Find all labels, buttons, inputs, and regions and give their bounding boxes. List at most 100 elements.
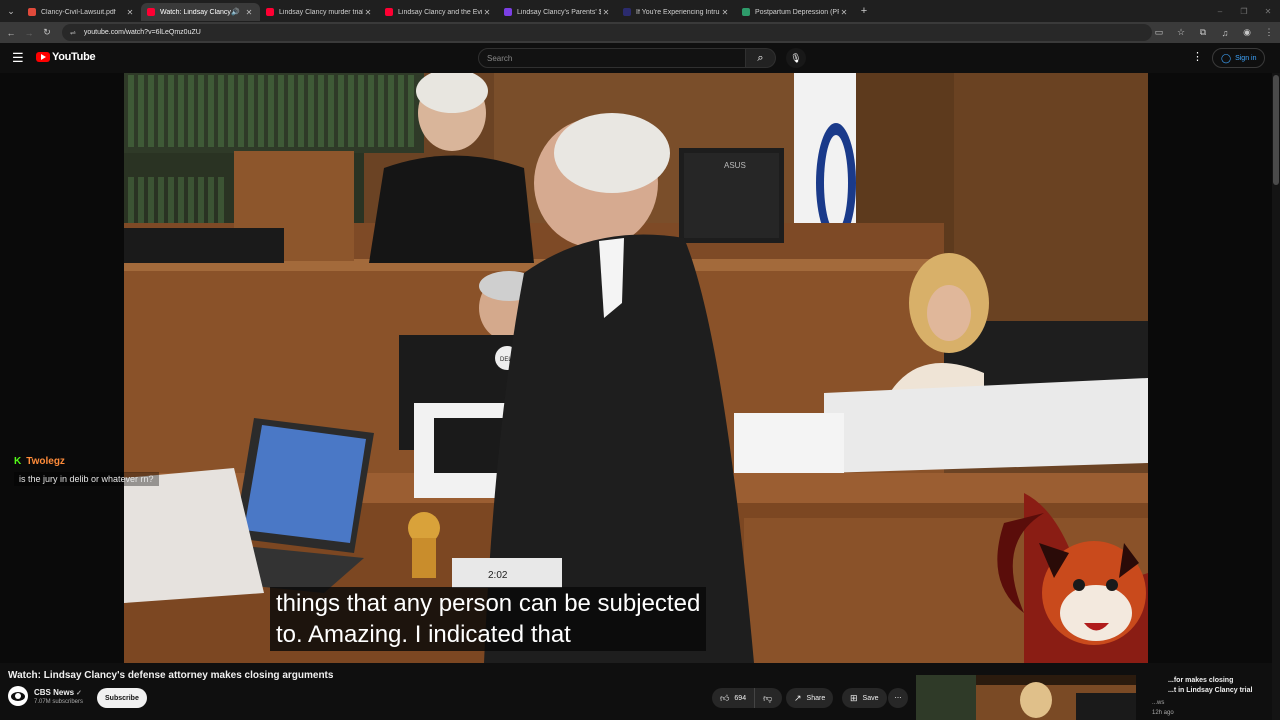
youtube-logo[interactable]: YouTube: [36, 51, 96, 63]
save-label: Save: [862, 694, 879, 702]
tab-favicon-icon: [742, 8, 750, 16]
settings-menu-icon[interactable]: ⋮: [1192, 50, 1203, 63]
youtube-header: ☰ YouTube ⌕ 🎙 ⋮ ◯ Sign in: [0, 43, 1280, 73]
cbs-eye-icon: [11, 691, 25, 701]
cast-icon[interactable]: ▭: [1148, 27, 1170, 38]
share-button[interactable]: ↗ Share: [786, 688, 834, 708]
address-bar[interactable]: ⇌ youtube.com/watch?v=6lLeQmz0uZU: [62, 24, 1152, 41]
browser-tab[interactable]: Clancy-Civil-Lawsuit.pdf ✕: [22, 3, 141, 21]
up-next-meta: ...ws 12h ago: [1152, 698, 1174, 718]
browser-tab[interactable]: If You're Experiencing Intrusive✕: [617, 3, 736, 21]
browser-tab[interactable]: Watch: Lindsay Clancy's def🔊 ✕: [141, 3, 260, 21]
browser-menu-icon[interactable]: ⋮: [1258, 27, 1280, 38]
tab-favicon-icon: [504, 8, 512, 16]
share-icon: ↗: [794, 692, 802, 703]
new-tab-button[interactable]: +: [855, 5, 873, 17]
restore-icon[interactable]: ❐: [1232, 7, 1256, 16]
media-icon[interactable]: ♫: [1214, 28, 1236, 38]
youtube-play-icon: [36, 52, 50, 62]
dislike-button[interactable]: 👎︎: [755, 688, 780, 708]
closed-captions: things that any person can be subjected …: [270, 587, 707, 651]
up-next-channel: ...ws: [1152, 700, 1165, 706]
channel-avatar[interactable]: [8, 686, 28, 706]
search-bar: ⌕: [478, 48, 776, 68]
thumbs-down-icon: 👎︎: [763, 692, 773, 703]
tab-close-icon[interactable]: ✕: [125, 8, 135, 17]
profile-icon[interactable]: ◉: [1236, 27, 1258, 38]
up-next-thumbnail[interactable]: [916, 675, 1136, 720]
share-label: Share: [806, 694, 826, 702]
channel-name[interactable]: CBS News: [34, 688, 74, 697]
tab-search-icon[interactable]: ⌄: [0, 0, 22, 22]
tab-close-icon[interactable]: ✕: [601, 8, 611, 17]
scrollbar-thumb[interactable]: [1273, 75, 1279, 185]
site-info-icon[interactable]: ⇌: [70, 29, 76, 37]
chat-message: is the jury in delib or whatever rn?: [14, 472, 159, 486]
search-button[interactable]: ⌕: [746, 48, 776, 68]
minimize-icon[interactable]: –: [1208, 7, 1232, 16]
tab-favicon-icon: [147, 8, 155, 16]
sign-in-button[interactable]: ◯ Sign in: [1212, 48, 1266, 68]
hamburger-menu-icon[interactable]: ☰: [12, 51, 24, 64]
caption-line: things that any person can be subjected: [276, 590, 701, 617]
tab-close-icon[interactable]: ✕: [839, 8, 849, 17]
tab-title: Lindsay Clancy and the Eviden: [398, 8, 482, 16]
reload-icon[interactable]: ↻: [38, 27, 56, 38]
page-scrollbar[interactable]: [1272, 73, 1280, 720]
browser-tab[interactable]: Lindsay Clancy murder trial: Pr✕: [260, 3, 379, 21]
video-title: Watch: Lindsay Clancy's defense attorney…: [8, 670, 334, 681]
browser-tab[interactable]: Lindsay Clancy's Parents' $1 Mi✕: [498, 3, 617, 21]
tab-close-icon[interactable]: ✕: [244, 8, 254, 17]
channel-name-row: CBS News ✓: [34, 688, 83, 697]
tab-favicon-icon: [623, 8, 631, 16]
more-actions-button[interactable]: ⋯: [888, 688, 908, 708]
extensions-icon[interactable]: ⧉: [1192, 27, 1214, 38]
tab-title: Postpartum Depression (PPD):: [755, 8, 839, 16]
tab-audio-icon[interactable]: 🔊: [231, 8, 240, 16]
account-icon: ◯: [1221, 52, 1232, 63]
like-count: 694: [734, 694, 747, 702]
window-controls: – ❐ ✕: [1208, 0, 1280, 22]
tab-title: Lindsay Clancy murder trial: Pr: [279, 8, 363, 16]
up-next-thumbnail-image: [916, 675, 1136, 720]
youtube-wordmark: YouTube: [52, 51, 96, 63]
chat-username: Twolegz: [26, 456, 65, 467]
more-icon: ⋯: [894, 695, 902, 702]
video-player[interactable]: ASUS DELL 2:02: [124, 73, 1148, 663]
browser-tab[interactable]: Postpartum Depression (PPD): ✕: [736, 3, 855, 21]
kick-badge-icon: K: [14, 456, 22, 467]
verified-icon: ✓: [76, 689, 82, 697]
tab-favicon-icon: [28, 8, 36, 16]
tab-close-icon[interactable]: ✕: [482, 8, 492, 17]
browser-tab-strip: ⌄ Clancy-Civil-Lawsuit.pdf ✕ Watch: Lindsa…: [0, 0, 1280, 22]
search-input[interactable]: [478, 48, 746, 68]
bookmark-star-icon[interactable]: ☆: [1170, 27, 1192, 38]
save-icon: ⊞: [850, 692, 858, 703]
subscriber-count: 7.07M subscribers: [34, 698, 84, 705]
browser-toolbar: ← → ↻ ⇌ youtube.com/watch?v=6lLeQmz0uZU …: [0, 22, 1280, 43]
like-dislike-group: 👍︎ 694 👎︎: [712, 688, 782, 708]
save-button[interactable]: ⊞ Save: [842, 688, 887, 708]
thumbs-up-icon: 👍︎: [720, 692, 730, 703]
video-frame: ASUS DELL 2:02: [124, 73, 1148, 663]
up-next-title[interactable]: ...for makes closing ...t in Lindsay Cla…: [1168, 676, 1268, 696]
forward-icon[interactable]: →: [20, 28, 38, 38]
channel-meta: CBS News ✓ 7.07M subscribers: [34, 688, 83, 705]
search-icon: ⌕: [757, 51, 764, 64]
tab-title: Clancy-Civil-Lawsuit.pdf: [41, 8, 116, 16]
browser-tab[interactable]: Lindsay Clancy and the Eviden✕: [379, 3, 498, 21]
nameplate-text: 2:02: [488, 570, 508, 581]
up-next-age: 12h ago: [1152, 710, 1174, 716]
tab-favicon-icon: [385, 8, 393, 16]
tab-close-icon[interactable]: ✕: [720, 8, 730, 17]
tab-title: Watch: Lindsay Clancy's def: [160, 8, 231, 16]
subscribe-button[interactable]: Subscribe: [97, 688, 147, 708]
voice-search-button[interactable]: 🎙: [786, 48, 806, 68]
sign-in-label: Sign in: [1235, 54, 1257, 62]
close-window-icon[interactable]: ✕: [1256, 7, 1280, 16]
tab-title: Lindsay Clancy's Parents' $1 Mi: [517, 8, 601, 16]
tab-close-icon[interactable]: ✕: [363, 8, 373, 17]
back-icon[interactable]: ←: [2, 28, 20, 38]
asus-brand-text: ASUS: [724, 161, 746, 170]
like-button[interactable]: 👍︎ 694: [712, 688, 756, 708]
